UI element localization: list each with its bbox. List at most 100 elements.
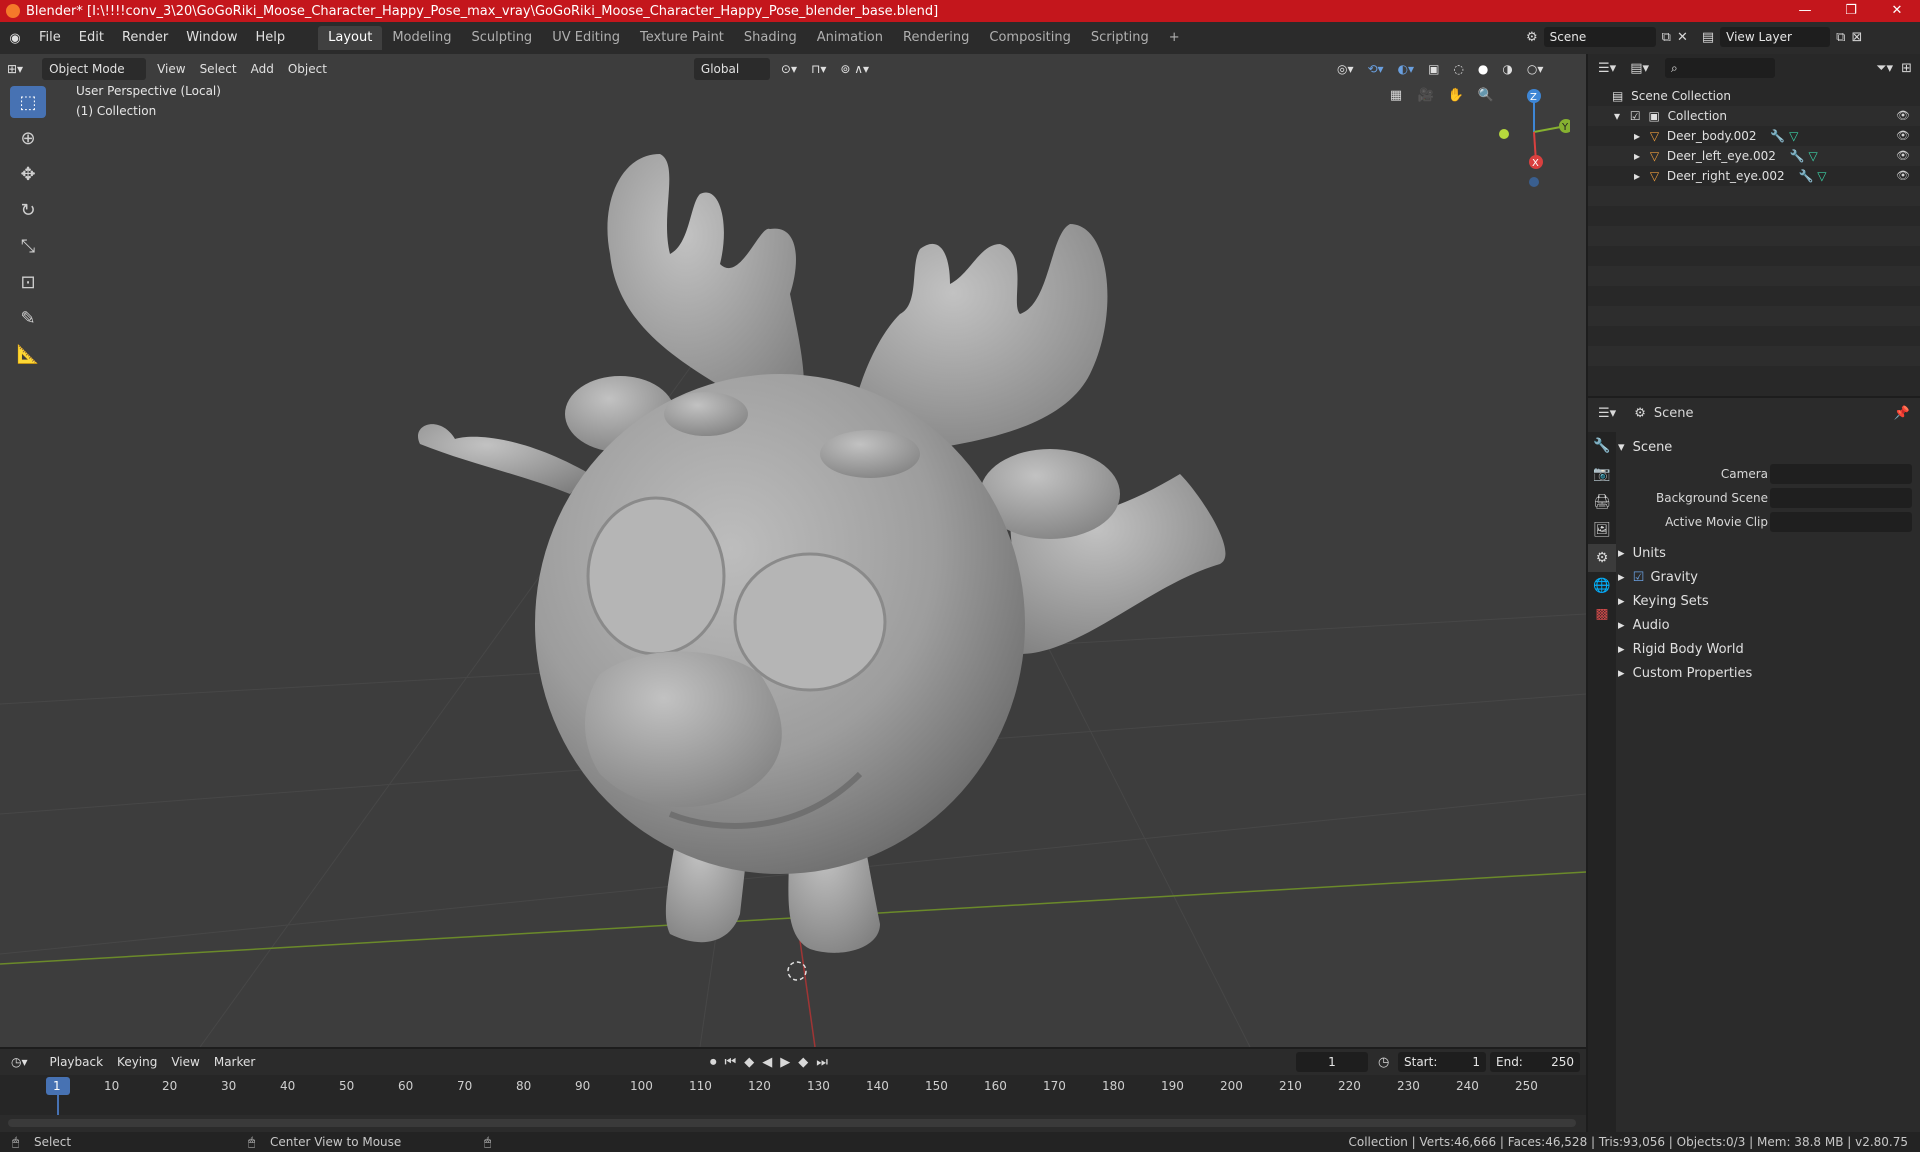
outliner-search-input[interactable]: ⌕ (1665, 58, 1775, 78)
tab-compositing[interactable]: Compositing (979, 26, 1081, 50)
blender-menu-icon[interactable]: ◉ (0, 31, 30, 46)
moose-left-brow[interactable] (664, 392, 748, 436)
timeline-scrollbar[interactable] (8, 1119, 1576, 1127)
jump-end-button[interactable]: ⏭ (816, 1055, 828, 1070)
modifier-icon[interactable]: 🔧 (1790, 149, 1805, 163)
play-button[interactable]: ▶ (780, 1055, 790, 1070)
audio-panel-header[interactable]: ▸ Audio (1618, 614, 1918, 638)
proportional-edit-icon[interactable]: ⊚ ∧▾ (833, 58, 876, 80)
snap-icon[interactable]: ⊓▾ (804, 58, 833, 80)
material-shading-icon[interactable]: ◑ (1495, 58, 1519, 80)
modifier-icon[interactable]: 🔧 (1770, 129, 1785, 143)
add-workspace-button[interactable]: + (1159, 26, 1190, 50)
object-mode-dropdown[interactable]: Object Mode (42, 58, 147, 80)
transform-orientation-dropdown[interactable]: Global (693, 58, 770, 80)
menu-help[interactable]: Help (247, 25, 295, 51)
background-scene-field[interactable] (1770, 488, 1912, 508)
scene-field[interactable]: Scene (1543, 27, 1656, 47)
view-layer-field[interactable]: View Layer (1720, 27, 1831, 47)
xray-icon[interactable]: ▣ (1421, 58, 1446, 80)
add-menu[interactable]: Add (244, 58, 281, 80)
cursor-tool-icon[interactable]: ⊕ (10, 122, 46, 154)
remove-scene-icon[interactable]: ✕ (1677, 30, 1688, 45)
moose-right-brow[interactable] (820, 430, 920, 478)
expand-arrow-icon[interactable]: ▸ (1618, 546, 1625, 561)
visibility-eye-icon[interactable]: 👁 (1896, 146, 1910, 166)
visibility-eye-icon[interactable]: 👁 (1896, 106, 1910, 126)
moose-muzzle[interactable] (585, 651, 782, 808)
next-keyframe-button[interactable]: ◆ (798, 1055, 808, 1070)
viewport-scene[interactable] (0, 54, 1586, 1047)
outliner-row-deer-body[interactable]: ▸ ▽ Deer_body.002 🔧 ▽ 👁 (1588, 126, 1920, 146)
menu-window[interactable]: Window (177, 25, 246, 51)
display-mode-icon[interactable]: ▤▾ (1630, 61, 1649, 76)
prev-keyframe-button[interactable]: ◆ (744, 1055, 754, 1070)
marker-menu[interactable]: Marker (207, 1051, 262, 1073)
editor-type-icon[interactable]: ⊞▾ (0, 58, 30, 80)
mesh-data-icon[interactable]: ▽ (1809, 149, 1818, 163)
navigation-gizmo[interactable]: Z Y X (1490, 82, 1570, 192)
camera-field[interactable] (1770, 464, 1912, 484)
tab-uv-editing[interactable]: UV Editing (542, 26, 630, 50)
tab-animation[interactable]: Animation (807, 26, 893, 50)
rendered-shading-icon[interactable]: ○▾ (1520, 58, 1551, 80)
remove-view-layer-icon[interactable]: ⊠ (1851, 30, 1862, 45)
playback-menu[interactable]: Playback (43, 1051, 111, 1073)
annotate-tool-icon[interactable]: ✎ (10, 302, 46, 334)
keying-menu[interactable]: Keying (110, 1051, 164, 1073)
pin-icon[interactable]: 📌 (1894, 406, 1910, 421)
transform-tool-icon[interactable]: ⊡ (10, 266, 46, 298)
tab-rendering[interactable]: Rendering (893, 26, 979, 50)
timeline-editor-type-icon[interactable]: ◷▾ (4, 1051, 35, 1073)
play-reverse-button[interactable]: ◀ (762, 1055, 772, 1070)
visibility-eye-icon[interactable]: 👁 (1896, 126, 1910, 146)
grid-view-icon[interactable]: ▦ (1384, 88, 1408, 103)
jump-start-button[interactable]: ⏮ (725, 1055, 737, 1070)
visibility-icon[interactable]: ◎▾ (1330, 58, 1361, 80)
menu-render[interactable]: Render (113, 25, 177, 51)
expand-arrow-icon[interactable]: ▸ (1618, 618, 1625, 633)
outliner-row-deer-right-eye[interactable]: ▸ ▽ Deer_right_eye.002 🔧 ▽ 👁 (1588, 166, 1920, 186)
3d-cursor[interactable] (787, 961, 807, 981)
close-button[interactable]: ✕ (1874, 0, 1920, 22)
texture-tab-icon[interactable]: ▩ (1588, 600, 1616, 628)
object-menu[interactable]: Object (281, 58, 334, 80)
end-frame-field[interactable]: End: 250 (1490, 1052, 1580, 1072)
tool-tab-icon[interactable]: 🔧 (1588, 432, 1616, 460)
filter-icon[interactable]: ⏷▾ (1876, 61, 1893, 76)
output-tab-icon[interactable]: 🖨 (1588, 488, 1616, 516)
outliner-row-deer-left-eye[interactable]: ▸ ▽ Deer_left_eye.002 🔧 ▽ 👁 (1588, 146, 1920, 166)
collapse-arrow-icon[interactable]: ▾ (1614, 109, 1620, 123)
tab-layout[interactable]: Layout (318, 26, 383, 50)
moose-left-eye[interactable] (586, 496, 726, 656)
view-layer-tab-icon[interactable]: 🖼 (1588, 516, 1616, 544)
expand-arrow-icon[interactable]: ▸ (1634, 149, 1640, 163)
render-tab-icon[interactable]: 📷 (1588, 460, 1616, 488)
moose-right-eye[interactable] (733, 552, 887, 692)
units-panel-header[interactable]: ▸ Units (1618, 542, 1918, 566)
visibility-eye-icon[interactable]: 👁 (1896, 166, 1910, 186)
mesh-data-icon[interactable]: ▽ (1789, 129, 1798, 143)
overlay-toggle-icon[interactable]: ◐▾ (1391, 58, 1422, 80)
preview-range-icon[interactable]: ◷ (1378, 1055, 1389, 1070)
gravity-panel-header[interactable]: ▸ ☑ Gravity (1618, 566, 1918, 590)
gizmo-toggle-icon[interactable]: ⟲▾ (1361, 58, 1391, 80)
move-tool-icon[interactable]: ✥ (10, 158, 46, 190)
tab-scripting[interactable]: Scripting (1081, 26, 1159, 50)
pivot-point-icon[interactable]: ⊙▾ (774, 58, 804, 80)
start-frame-field[interactable]: Start: 1 (1398, 1052, 1486, 1072)
movie-clip-field[interactable] (1770, 512, 1912, 532)
moose-left-arm[interactable] (418, 424, 590, 494)
outliner-editor-type-icon[interactable]: ☰▾ (1598, 61, 1616, 76)
3d-viewport[interactable]: ⊞▾ Object Mode View Select Add Object Gl… (0, 54, 1586, 1047)
custom-properties-panel-header[interactable]: ▸ Custom Properties (1618, 662, 1918, 686)
scale-tool-icon[interactable]: ⤡ (10, 230, 46, 262)
view-menu[interactable]: View (150, 58, 192, 80)
measure-tool-icon[interactable]: 📐 (10, 338, 46, 370)
minimize-button[interactable]: — (1782, 0, 1828, 22)
maximize-button[interactable]: ❐ (1828, 0, 1874, 22)
rotate-tool-icon[interactable]: ↻ (10, 194, 46, 226)
world-tab-icon[interactable]: 🌐 (1588, 572, 1616, 600)
select-box-tool-icon[interactable]: ⬚ (10, 86, 46, 118)
wireframe-shading-icon[interactable]: ◌ (1446, 58, 1470, 80)
